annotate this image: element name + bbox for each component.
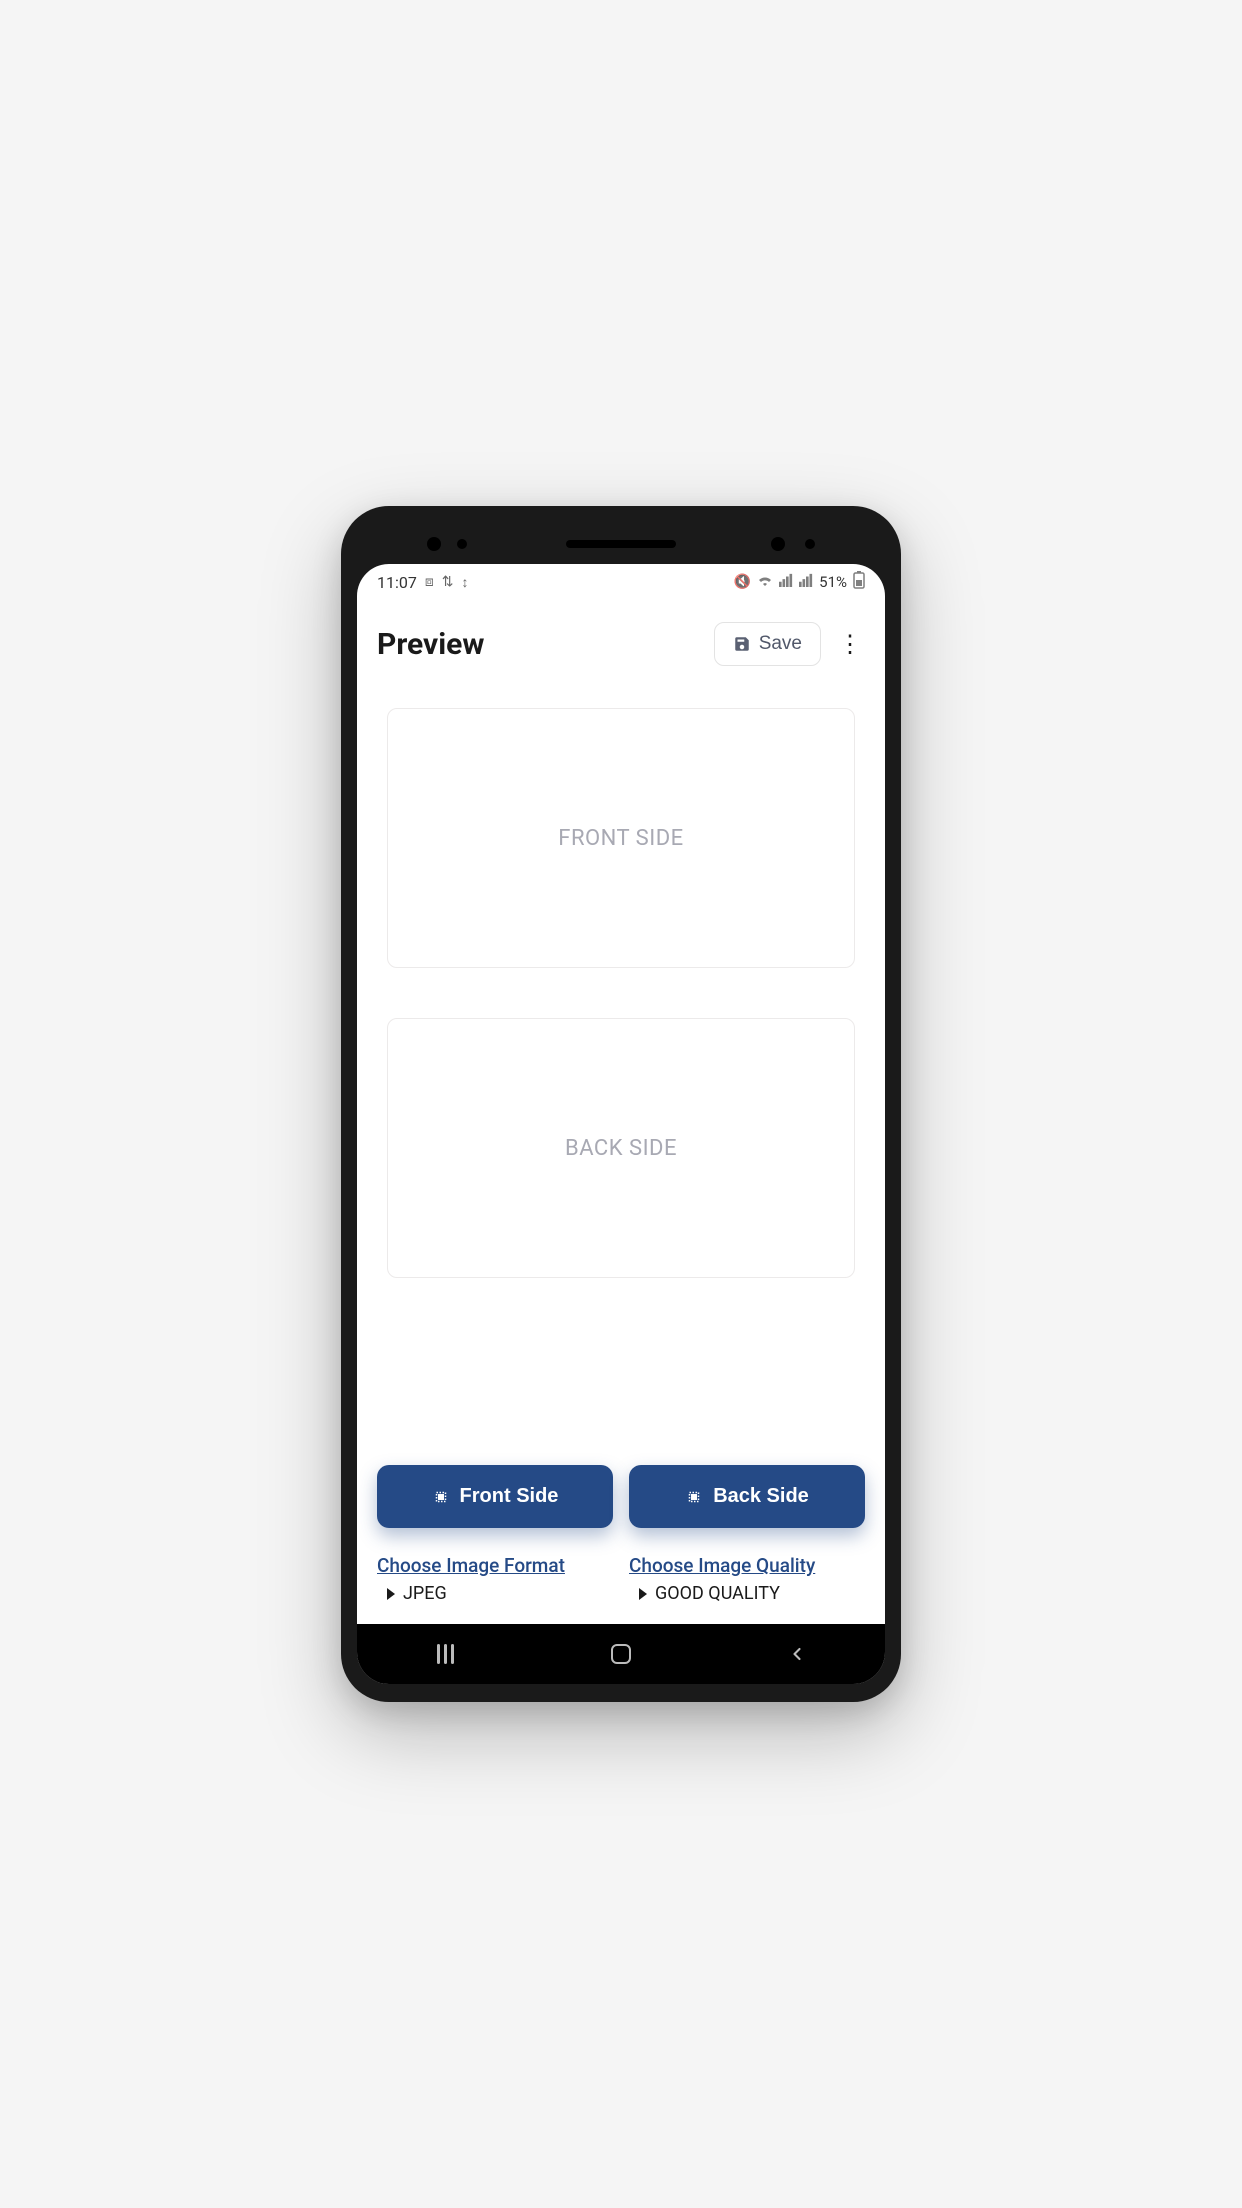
front-side-preview[interactable]: FRONT SIDE [387, 708, 855, 968]
status-battery-percent: 51% [819, 573, 847, 591]
crop-icon [432, 1488, 450, 1506]
app-header: Preview Save ⋮ [357, 600, 885, 688]
more-menu-button[interactable]: ⋮ [835, 624, 865, 664]
front-side-button[interactable]: Front Side [377, 1465, 613, 1528]
android-nav-bar [357, 1624, 885, 1684]
save-button[interactable]: Save [714, 622, 821, 666]
status-time: 11:07 [377, 573, 417, 592]
wifi-icon [757, 573, 773, 591]
phone-frame: 11:07 ⧈ ⇅ ↕ 🔇 51% [341, 506, 901, 1702]
nav-back-button[interactable] [767, 1634, 827, 1674]
front-side-button-label: Front Side [460, 1485, 559, 1508]
image-quality-selector[interactable]: GOOD QUALITY [629, 1583, 865, 1604]
status-icon: ⇅ [442, 574, 454, 590]
signal-icon [799, 573, 813, 591]
signal-icon [779, 573, 793, 591]
back-side-label: BACK SIDE [565, 1136, 677, 1161]
back-side-button[interactable]: Back Side [629, 1465, 865, 1528]
image-format-value: JPEG [403, 1583, 447, 1604]
options-row: Choose Image Format JPEG Choose Image Qu… [357, 1528, 885, 1624]
save-icon [733, 635, 751, 653]
crop-icon [685, 1488, 703, 1506]
triangle-right-icon [639, 1588, 647, 1600]
image-quality-label[interactable]: Choose Image Quality [629, 1554, 865, 1577]
nav-recents-button[interactable] [415, 1634, 475, 1674]
front-side-label: FRONT SIDE [558, 826, 683, 851]
more-vertical-icon: ⋮ [838, 630, 862, 659]
image-format-selector[interactable]: JPEG [377, 1583, 613, 1604]
nav-home-button[interactable] [591, 1634, 651, 1674]
status-bar: 11:07 ⧈ ⇅ ↕ 🔇 51% [357, 564, 885, 600]
mute-icon: 🔇 [734, 574, 751, 590]
phone-notch [357, 524, 885, 564]
image-quality-value: GOOD QUALITY [655, 1583, 780, 1604]
content-area: FRONT SIDE BACK SIDE [357, 688, 885, 1425]
save-button-label: Save [759, 633, 802, 655]
home-icon [611, 1644, 631, 1664]
screen: 11:07 ⧈ ⇅ ↕ 🔇 51% [357, 564, 885, 1684]
page-title: Preview [377, 627, 484, 662]
back-icon [787, 1644, 807, 1664]
status-icon: ↕ [461, 574, 468, 591]
back-side-preview[interactable]: BACK SIDE [387, 1018, 855, 1278]
status-icon: ⧈ [425, 574, 434, 590]
image-format-label[interactable]: Choose Image Format [377, 1554, 613, 1577]
triangle-right-icon [387, 1588, 395, 1600]
action-button-row: Front Side Back Side [357, 1425, 885, 1528]
back-side-button-label: Back Side [713, 1485, 809, 1508]
battery-icon [853, 571, 865, 593]
recents-icon [437, 1644, 454, 1664]
